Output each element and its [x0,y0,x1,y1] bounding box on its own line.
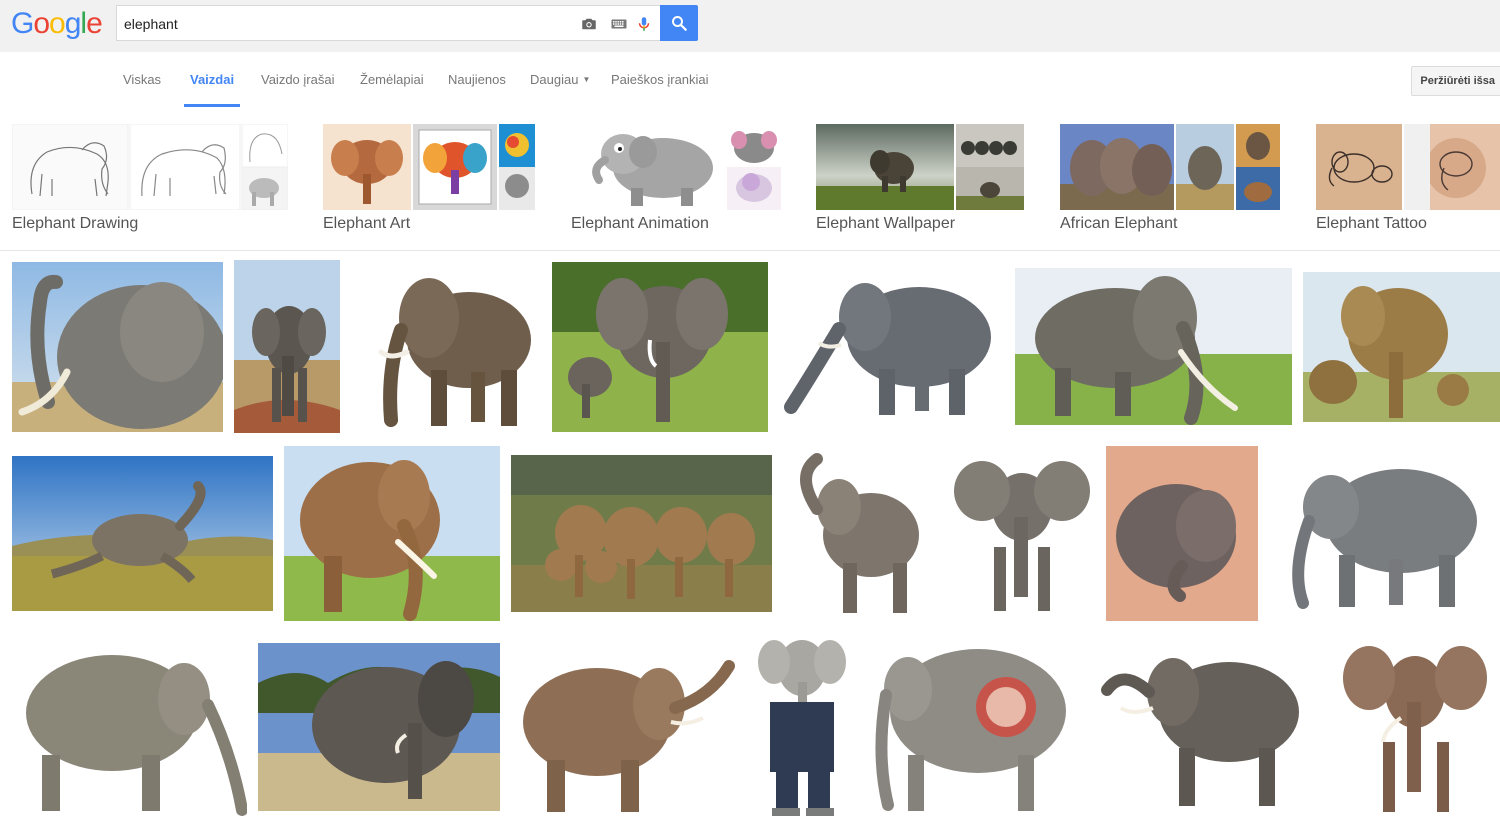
chip-thumbnail-tattoo [1316,124,1500,210]
chip-thumbnail-wallpaper [816,124,1024,210]
camera-icon[interactable] [580,15,598,33]
chevron-down-icon: ▼ [582,75,591,84]
result-image[interactable] [748,632,857,821]
result-image[interactable] [1269,451,1493,615]
result-image[interactable] [783,445,937,621]
tab-more-label: Daugiau [530,72,579,87]
tab-news[interactable]: Naujienos [448,72,506,87]
tab-search-tools[interactable]: Paieškos įrankiai [611,72,709,87]
keyboard-icon[interactable] [609,15,629,33]
tab-images[interactable]: Vaizdai [190,72,234,87]
result-image[interactable] [258,643,500,811]
chip-thumbnail-art [323,124,535,210]
result-image[interactable] [1106,446,1258,621]
active-tab-indicator [184,104,240,107]
chip-label: Elephant Tattoo [1316,215,1427,232]
tab-maps[interactable]: Žemėlapiai [360,72,424,87]
chip-elephant-animation[interactable]: Elephant Animation [571,124,781,234]
result-image[interactable] [12,456,273,611]
result-image[interactable] [868,635,1078,821]
top-bar: Google [0,0,1500,52]
chip-label: African Elephant [1060,215,1178,232]
result-image[interactable] [948,447,1095,620]
result-image[interactable] [351,260,541,433]
search-box[interactable] [116,5,661,41]
chip-thumbnail-drawing [12,124,288,210]
result-image[interactable] [1303,272,1500,422]
chip-label: Elephant Art [323,215,411,232]
result-image[interactable] [1089,638,1326,818]
logo-letter: g [64,7,82,40]
logo-letter: o [33,7,50,40]
view-saved-button[interactable]: Peržiūrėti išsa [1411,66,1500,96]
result-image[interactable] [12,635,247,820]
search-input[interactable] [124,14,564,34]
result-image[interactable] [511,636,737,821]
chip-thumbnail-animation [571,124,781,210]
logo-letter: o [49,7,66,40]
result-image[interactable] [779,259,1004,434]
result-image[interactable] [511,455,772,612]
chip-elephant-art[interactable]: Elephant Art [323,124,535,234]
related-searches-bar: Elephant Drawing Elephant Art Elephant A… [0,108,1500,251]
search-button[interactable] [660,5,698,41]
result-image[interactable] [1337,632,1493,821]
result-image[interactable] [12,262,223,432]
tab-more[interactable]: Daugiau ▼ [530,72,590,87]
result-image[interactable] [234,260,340,433]
chip-elephant-drawing[interactable]: Elephant Drawing [12,124,288,234]
search-icon [672,16,687,31]
chip-elephant-tattoo[interactable]: Elephant Tattoo [1316,124,1500,234]
chip-label: Elephant Drawing [12,215,139,232]
result-image[interactable] [552,262,768,432]
tab-videos[interactable]: Vaizdo įrašai [261,72,334,87]
microphone-icon[interactable] [635,15,653,33]
chip-african-elephant[interactable]: African Elephant [1060,124,1280,234]
result-image[interactable] [284,446,500,621]
tab-all[interactable]: Viskas [123,72,161,87]
logo-letter: G [11,7,34,40]
search-tabs: Viskas Vaizdai Vaizdo įrašai Žemėlapiai … [0,52,1500,109]
chip-thumbnail-african [1060,124,1280,210]
google-logo[interactable]: Google [11,6,103,42]
result-image[interactable] [1015,268,1292,425]
logo-letter: e [86,7,103,40]
chip-label: Elephant Animation [571,215,709,232]
chip-elephant-wallpaper[interactable]: Elephant Wallpaper [816,124,1024,234]
chip-label: Elephant Wallpaper [816,215,956,232]
